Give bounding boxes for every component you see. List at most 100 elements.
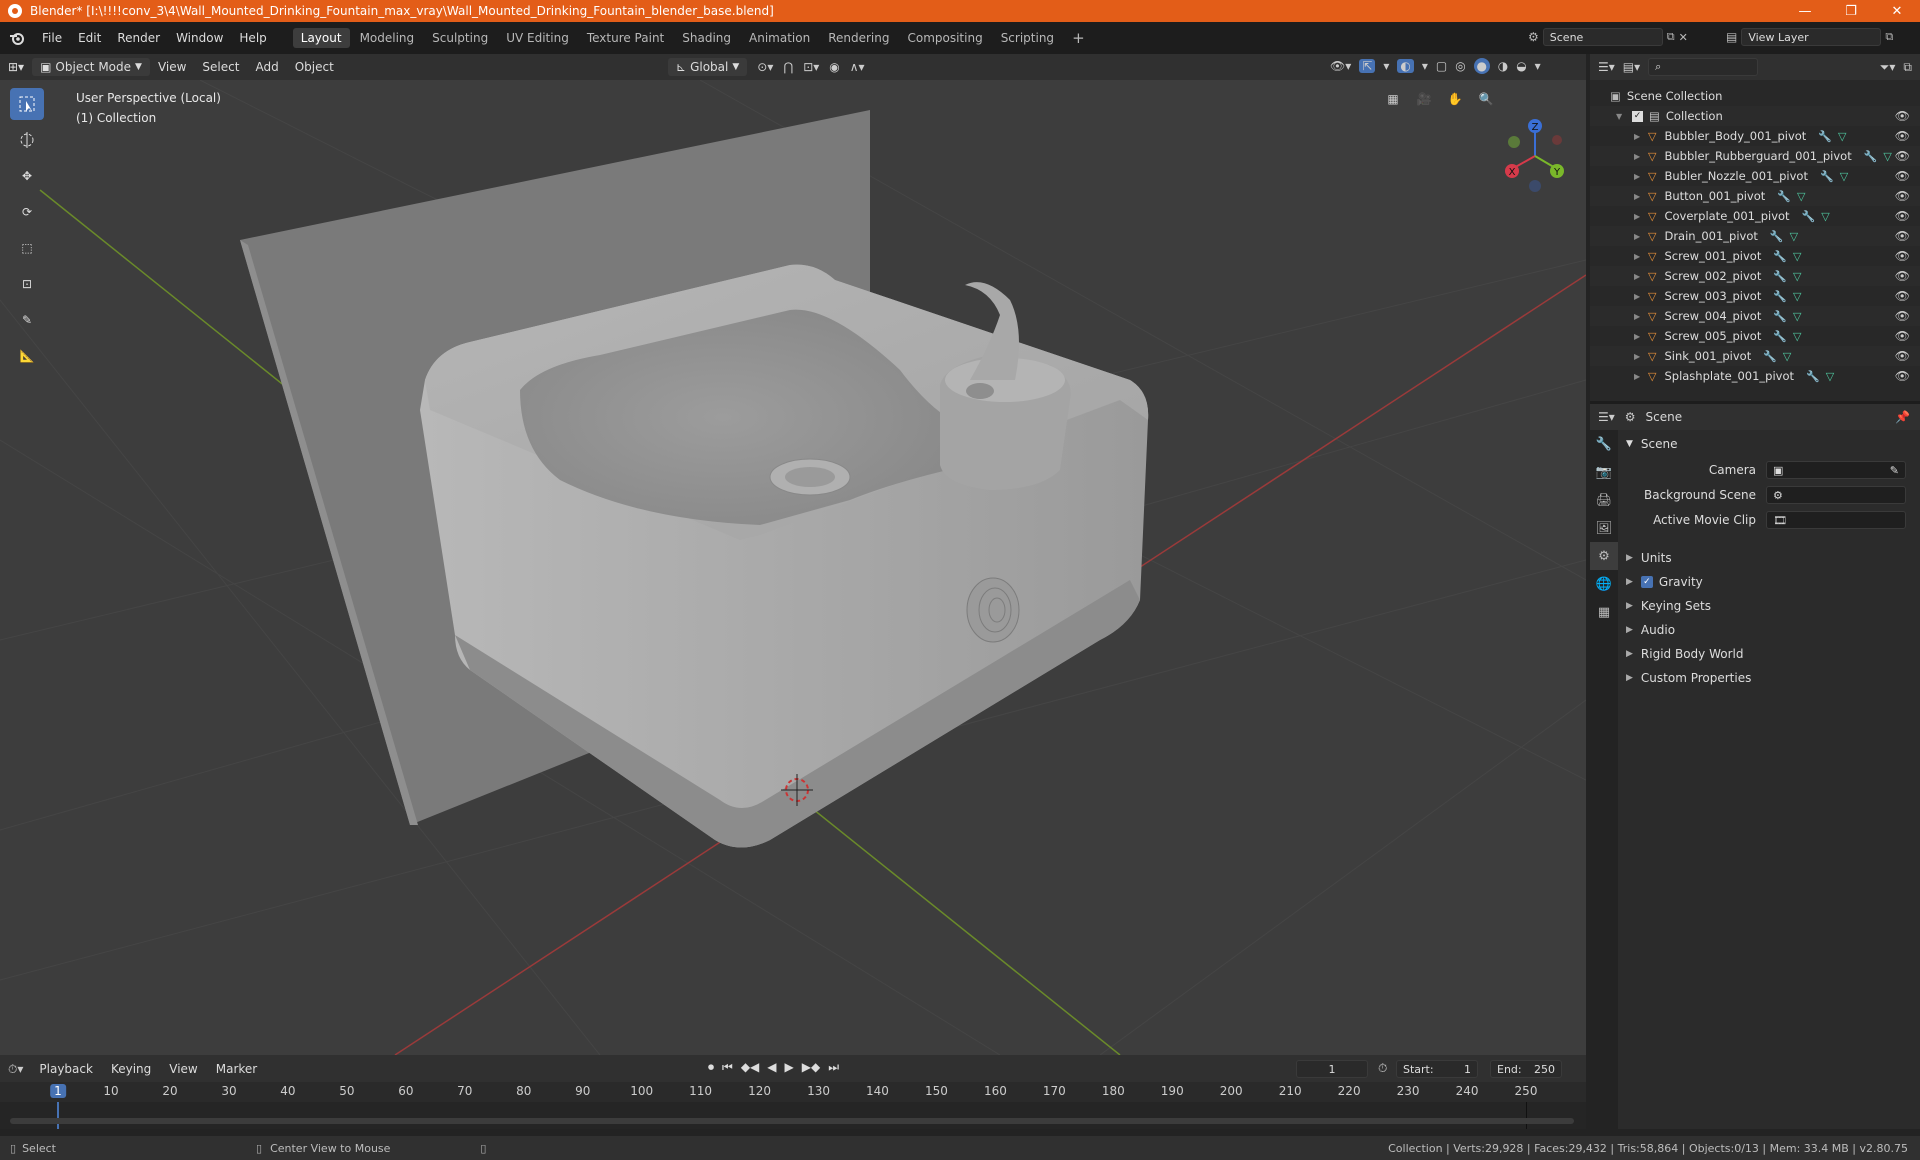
jump-end-icon[interactable]: ⏭ bbox=[828, 1060, 839, 1075]
properties-section-header[interactable]: ▶ Units bbox=[1626, 548, 1672, 568]
expand-arrow-icon[interactable]: ▶ bbox=[1634, 252, 1644, 261]
properties-section-header[interactable]: ▶ Custom Properties bbox=[1626, 668, 1751, 688]
pivot-point-icon[interactable]: ⊙▾ bbox=[757, 60, 773, 74]
outliner-object-row[interactable]: ▶ ▽ Splashplate_001_pivot 🔧 ▽ 👁 bbox=[1590, 366, 1920, 386]
outliner-object-row[interactable]: ▶ ▽ Screw_005_pivot 🔧 ▽ 👁 bbox=[1590, 326, 1920, 346]
expand-arrow-icon[interactable]: ▶ bbox=[1634, 292, 1644, 301]
maximize-button[interactable]: ❐ bbox=[1828, 0, 1874, 22]
next-keyframe-icon[interactable]: ▶◆ bbox=[802, 1060, 820, 1075]
play-icon[interactable]: ▶ bbox=[785, 1060, 794, 1075]
tab-texture-paint[interactable]: Texture Paint bbox=[579, 28, 672, 48]
eye-icon[interactable]: 👁 bbox=[1895, 329, 1910, 343]
collection-row[interactable]: ▼ ✓ ▤ Collection 👁 bbox=[1590, 106, 1920, 126]
outliner-editor-type-icon[interactable]: ☰▾ bbox=[1598, 60, 1615, 74]
wrench-icon[interactable]: 🔧 bbox=[1763, 350, 1777, 363]
outliner-object-row[interactable]: ▶ ▽ Button_001_pivot 🔧 ▽ 👁 bbox=[1590, 186, 1920, 206]
field-input[interactable]: 🎞 bbox=[1766, 511, 1906, 529]
expand-arrow-icon[interactable]: ▶ bbox=[1634, 332, 1644, 341]
properties-section-header[interactable]: ▶ ✓ Gravity bbox=[1626, 572, 1703, 592]
expand-arrow-icon[interactable]: ▶ bbox=[1634, 272, 1644, 281]
menu-help[interactable]: Help bbox=[231, 31, 274, 45]
menu-edit[interactable]: Edit bbox=[70, 31, 109, 45]
expand-arrow-icon[interactable]: ▼ bbox=[1616, 112, 1626, 121]
texture-tab-icon[interactable]: ▦ bbox=[1590, 598, 1618, 626]
wrench-icon[interactable]: 🔧 bbox=[1864, 150, 1878, 163]
move-tool[interactable]: ✥ bbox=[10, 160, 44, 192]
wrench-icon[interactable]: 🔧 bbox=[1820, 170, 1834, 183]
eye-icon[interactable]: 👁 bbox=[1895, 289, 1910, 303]
transform-orientation-dropdown[interactable]: ⊾ Global ▼ bbox=[668, 58, 748, 76]
tab-layout[interactable]: Layout bbox=[292, 28, 350, 48]
material-shading-icon[interactable]: ◑ bbox=[1498, 59, 1508, 73]
scale-tool[interactable]: ⬚ bbox=[10, 232, 44, 264]
outliner-object-row[interactable]: ▶ ▽ Sink_001_pivot 🔧 ▽ 👁 bbox=[1590, 346, 1920, 366]
wrench-icon[interactable]: 🔧 bbox=[1773, 330, 1787, 343]
wrench-icon[interactable]: 🔧 bbox=[1777, 190, 1791, 203]
menu-keying[interactable]: Keying bbox=[103, 1060, 159, 1078]
mesh-data-icon[interactable]: ▽ bbox=[1821, 210, 1829, 223]
outliner-object-row[interactable]: ▶ ▽ Screw_004_pivot 🔧 ▽ 👁 bbox=[1590, 306, 1920, 326]
navigation-gizmo[interactable]: Z X Y bbox=[1505, 119, 1564, 192]
end-frame-field[interactable]: End: 250 bbox=[1490, 1060, 1562, 1078]
zoom-icon[interactable]: 🔍 bbox=[1473, 86, 1499, 112]
tab-shading[interactable]: Shading bbox=[674, 28, 739, 48]
wrench-icon[interactable]: 🔧 bbox=[1802, 210, 1816, 223]
snap-target-icon[interactable]: ⊡▾ bbox=[803, 60, 819, 74]
add-workspace-icon[interactable]: + bbox=[1064, 26, 1093, 50]
outliner-object-row[interactable]: ▶ ▽ Bubbler_Rubberguard_001_pivot 🔧 ▽ 👁 bbox=[1590, 146, 1920, 166]
overlays-dropdown-icon[interactable]: ▾ bbox=[1422, 59, 1428, 73]
eye-icon[interactable]: 👁 bbox=[1895, 149, 1910, 163]
current-frame-field[interactable]: 1 bbox=[1296, 1060, 1368, 1078]
eye-icon[interactable]: 👁 bbox=[1895, 169, 1910, 183]
mesh-data-icon[interactable]: ▽ bbox=[1783, 350, 1791, 363]
gizmo-icon[interactable]: ⇱ bbox=[1359, 59, 1376, 73]
prev-keyframe-icon[interactable]: ◆◀ bbox=[741, 1060, 759, 1075]
eye-icon[interactable]: 👁 bbox=[1895, 109, 1910, 123]
start-frame-field[interactable]: Start: 1 bbox=[1396, 1060, 1478, 1078]
timeline-body[interactable] bbox=[0, 1102, 1586, 1129]
properties-editor-type-icon[interactable]: ☰▾ bbox=[1598, 410, 1615, 424]
expand-arrow-icon[interactable]: ▶ bbox=[1634, 192, 1644, 201]
eye-icon[interactable]: 👁 bbox=[1895, 369, 1910, 383]
new-collection-icon[interactable]: ⧉ bbox=[1903, 60, 1912, 75]
menu-file[interactable]: File bbox=[34, 31, 70, 45]
outliner-object-row[interactable]: ▶ ▽ Bubler_Nozzle_001_pivot 🔧 ▽ 👁 bbox=[1590, 166, 1920, 186]
tab-animation[interactable]: Animation bbox=[741, 28, 818, 48]
falloff-icon[interactable]: ∧▾ bbox=[850, 60, 865, 74]
filter-icon[interactable]: ⏷▾ bbox=[1880, 60, 1896, 75]
pin-icon[interactable]: 📌 bbox=[1895, 410, 1910, 424]
outliner-object-row[interactable]: ▶ ▽ Screw_001_pivot 🔧 ▽ 👁 bbox=[1590, 246, 1920, 266]
measure-tool[interactable]: 📐 bbox=[10, 340, 44, 372]
outliner-object-row[interactable]: ▶ ▽ Screw_002_pivot 🔧 ▽ 👁 bbox=[1590, 266, 1920, 286]
play-reverse-icon[interactable]: ◀ bbox=[767, 1060, 776, 1075]
timeline-scrollbar[interactable] bbox=[10, 1118, 1574, 1124]
camera-view-icon[interactable]: 🎥 bbox=[1411, 86, 1437, 112]
shading-dropdown-icon[interactable]: ▾ bbox=[1535, 59, 1541, 73]
collection-checkbox[interactable]: ✓ bbox=[1632, 110, 1643, 122]
tool-tab-icon[interactable]: 🔧 bbox=[1590, 430, 1618, 458]
overlays-icon[interactable]: ◐ bbox=[1397, 59, 1414, 73]
expand-arrow-icon[interactable]: ▶ bbox=[1634, 372, 1644, 381]
stopwatch-icon[interactable]: ⏱ bbox=[1378, 1061, 1387, 1076]
jump-start-icon[interactable]: ⏮ bbox=[722, 1060, 733, 1075]
mesh-data-icon[interactable]: ▽ bbox=[1790, 230, 1798, 243]
mesh-data-icon[interactable]: ▽ bbox=[1793, 270, 1801, 283]
eye-icon[interactable]: 👁 bbox=[1895, 129, 1910, 143]
visibility-icon[interactable]: 👁▾ bbox=[1330, 59, 1351, 73]
expand-arrow-icon[interactable]: ▶ bbox=[1634, 212, 1644, 221]
expand-arrow-icon[interactable]: ▶ bbox=[1634, 312, 1644, 321]
expand-arrow-icon[interactable]: ▶ bbox=[1634, 152, 1644, 161]
new-view-layer-icon[interactable]: ⧉ bbox=[1885, 30, 1893, 44]
delete-scene-icon[interactable]: ✕ bbox=[1679, 31, 1688, 44]
field-input[interactable]: ▣ ✎ bbox=[1766, 461, 1906, 479]
xray-icon[interactable]: ▢ bbox=[1436, 59, 1447, 73]
wrench-icon[interactable]: 🔧 bbox=[1773, 290, 1787, 303]
pan-hand-icon[interactable]: ✋ bbox=[1442, 86, 1468, 112]
menu-view[interactable]: View bbox=[150, 58, 194, 76]
eyedropper-icon[interactable]: ✎ bbox=[1890, 464, 1899, 477]
eye-icon[interactable]: 👁 bbox=[1895, 229, 1910, 243]
properties-section-header[interactable]: ▶ Rigid Body World bbox=[1626, 644, 1743, 664]
menu-select[interactable]: Select bbox=[194, 58, 247, 76]
record-icon[interactable]: ⏺ bbox=[708, 1060, 714, 1075]
mesh-data-icon[interactable]: ▽ bbox=[1793, 290, 1801, 303]
